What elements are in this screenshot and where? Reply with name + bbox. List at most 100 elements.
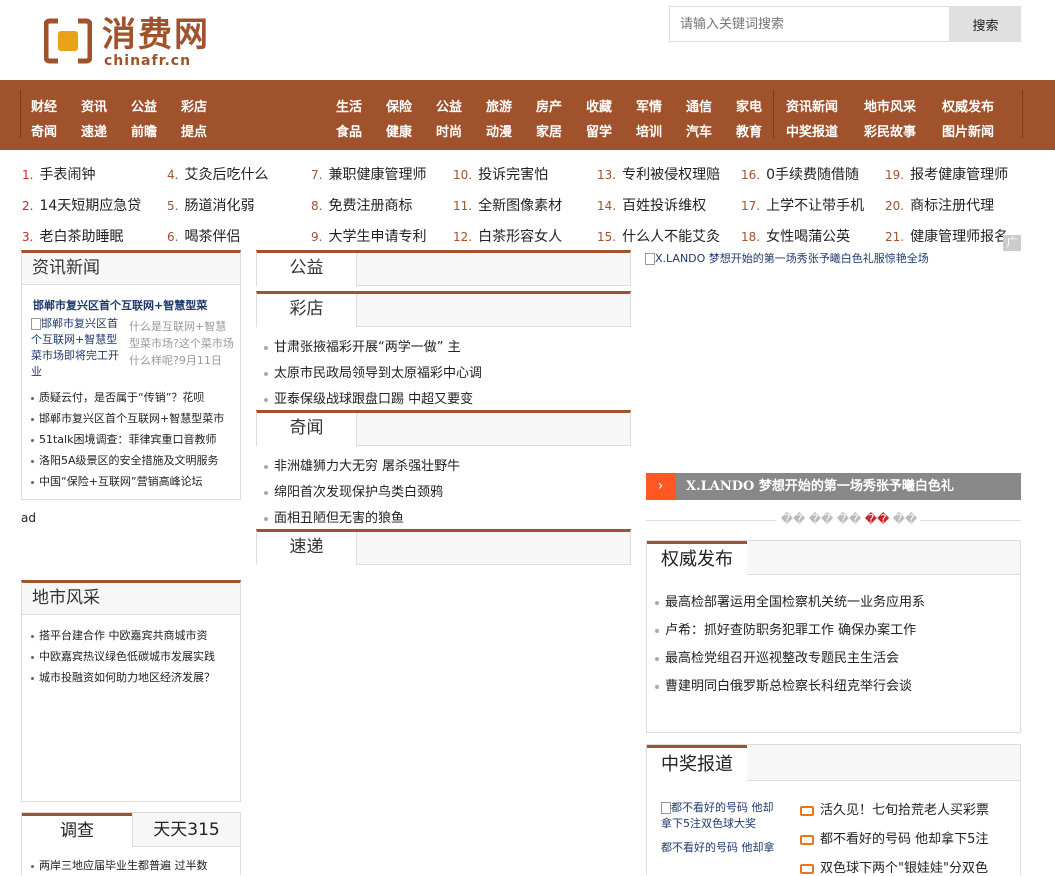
list-item[interactable]: 51talk困境调查：菲律宾重口音教师 bbox=[31, 431, 240, 447]
nav-link[interactable]: 教育 bbox=[736, 121, 762, 140]
zj-image-caption[interactable]: 都不看好的号码 他却拿 bbox=[661, 839, 791, 855]
nav-link[interactable]: 财经 bbox=[31, 96, 57, 115]
nav-link[interactable]: 资讯 bbox=[81, 96, 107, 115]
slideshow-caption[interactable]: X.LANDO 梦想开始的第一场秀张予曦白色礼 bbox=[686, 473, 954, 500]
list-item[interactable]: 曹建明同白俄罗斯总检察长科纽克举行会谈 bbox=[655, 675, 912, 694]
nav-link[interactable]: 公益 bbox=[436, 96, 462, 115]
list-item[interactable]: 质疑云付，是否属于“传销”？花呗 bbox=[31, 389, 240, 405]
arrow-right-icon[interactable]: › bbox=[646, 473, 675, 500]
hot-keyword[interactable]: 8. 免费注册商标 bbox=[311, 195, 412, 215]
slide-dot[interactable]: �� bbox=[835, 512, 863, 526]
nav-link[interactable]: 彩店 bbox=[181, 96, 207, 115]
nav-link[interactable]: 房产 bbox=[536, 96, 562, 115]
hot-keyword[interactable]: 21. 健康管理师报名 bbox=[885, 226, 1008, 246]
nav-link[interactable]: 家电 bbox=[736, 96, 762, 115]
list-item[interactable]: 活久见！七旬拾荒老人买彩票 bbox=[800, 799, 989, 818]
hot-keyword[interactable]: 16. 0手续费随借随 bbox=[741, 164, 859, 184]
hot-keyword[interactable]: 6. 喝茶伴侣 bbox=[167, 226, 240, 246]
list-item[interactable]: 面相丑陋但无害的狼鱼 bbox=[264, 507, 404, 526]
list-item[interactable]: 洛阳5A级景区的安全措施及文明服务 bbox=[31, 452, 240, 468]
nav-link[interactable]: 食品 bbox=[336, 121, 362, 140]
feature-image[interactable]: 邯郸市复兴区首个互联网+智慧型菜市场即将完工开业 bbox=[31, 316, 123, 380]
section-title[interactable]: 速递 bbox=[257, 532, 357, 565]
nav-link[interactable]: 地市风采 bbox=[864, 96, 916, 115]
slide-dot[interactable]: �� bbox=[779, 512, 807, 526]
hot-keyword[interactable]: 7. 兼职健康管理师 bbox=[311, 164, 426, 184]
slide-dot[interactable]: �� bbox=[863, 512, 891, 526]
zj-image[interactable]: 都不看好的号码 他却拿下5注双色球大奖 bbox=[661, 800, 781, 834]
hot-keyword[interactable]: 11. 全新图像素材 bbox=[453, 195, 562, 215]
nav-link[interactable]: 奇闻 bbox=[31, 121, 57, 140]
nav-link[interactable]: 提点 bbox=[181, 121, 207, 140]
section-title[interactable]: 公益 bbox=[257, 253, 357, 286]
site-logo[interactable]: 消费网 chinafr.cn bbox=[44, 14, 214, 69]
tab-315[interactable]: 天天315 bbox=[132, 813, 240, 847]
nav-link[interactable]: 留学 bbox=[586, 121, 612, 140]
list-item[interactable]: 城市投融资如何助力地区经济发展？ bbox=[31, 669, 240, 685]
hot-keyword[interactable]: 2. 14天短期应急贷 bbox=[22, 195, 141, 215]
nav-link[interactable]: 通信 bbox=[686, 96, 712, 115]
hot-keyword[interactable]: 20. 商标注册代理 bbox=[885, 195, 994, 215]
panel-title: 地市风采 bbox=[22, 583, 240, 615]
hot-keyword[interactable]: 13. 专利被侵权理赔 bbox=[597, 164, 720, 184]
nav-link[interactable]: 资讯新闻 bbox=[786, 96, 838, 115]
nav-link[interactable]: 图片新闻 bbox=[942, 121, 994, 140]
list-item[interactable]: 亚泰保级战球跟盘口踢 中超又要变 bbox=[264, 388, 473, 407]
hot-keyword[interactable]: 5. 肠道消化弱 bbox=[167, 195, 254, 215]
hot-keyword[interactable]: 15. 什么人不能艾灸 bbox=[597, 226, 720, 246]
nav-link[interactable]: 速递 bbox=[81, 121, 107, 140]
section-title[interactable]: 彩店 bbox=[257, 294, 357, 327]
survey-link[interactable]: 两岸三地应届毕业生都普遍 过半数 bbox=[31, 857, 236, 873]
list-item[interactable]: 邯郸市复兴区首个互联网+智慧型菜市 bbox=[31, 410, 240, 426]
hot-keyword[interactable]: 1. 手表闹钟 bbox=[22, 164, 95, 184]
slide-dot[interactable]: �� bbox=[891, 512, 919, 526]
list-item[interactable]: 甘肃张掖福彩开展“两学一做” 主 bbox=[264, 336, 461, 355]
list-item[interactable]: 中国“保险+互联网”营销高峰论坛 bbox=[31, 473, 240, 489]
tab-survey[interactable]: 调查 bbox=[22, 813, 132, 847]
nav-link[interactable]: 彩民故事 bbox=[864, 121, 916, 140]
list-item[interactable]: 非洲雄狮力大无穷 屠杀强壮野牛 bbox=[264, 455, 460, 474]
feature-headline[interactable]: 邯郸市复兴区首个互联网+智慧型菜 bbox=[33, 297, 238, 313]
list-item[interactable]: 卢希：抓好查防职务犯罪工作 确保办案工作 bbox=[655, 619, 916, 638]
nav-link[interactable]: 权威发布 bbox=[942, 96, 994, 115]
section-title[interactable]: 奇闻 bbox=[257, 413, 357, 446]
slide-dot[interactable]: �� bbox=[807, 512, 835, 526]
nav-link[interactable]: 汽车 bbox=[686, 121, 712, 140]
list-item[interactable]: 都不看好的号码 他却拿下5注 bbox=[800, 828, 988, 847]
nav-link[interactable]: 保险 bbox=[386, 96, 412, 115]
nav-link[interactable]: 收藏 bbox=[586, 96, 612, 115]
nav-link[interactable]: 时尚 bbox=[436, 121, 462, 140]
list-item[interactable]: 搭平台建合作 中欧嘉宾共商城市资 bbox=[31, 627, 240, 643]
nav-link[interactable]: 健康 bbox=[386, 121, 412, 140]
search-input[interactable] bbox=[669, 6, 950, 42]
nav-link[interactable]: 家居 bbox=[536, 121, 562, 140]
nav-link[interactable]: 军情 bbox=[636, 96, 662, 115]
hot-keyword[interactable]: 19. 报考健康管理师 bbox=[885, 164, 1008, 184]
list-item[interactable]: 绵阳首次发现保护鸟类白颈鸦 bbox=[264, 481, 443, 500]
hot-keyword[interactable]: 12. 白茶形容女人 bbox=[453, 226, 562, 246]
hot-keyword[interactable]: 10. 投诉完害怕 bbox=[453, 164, 548, 184]
nav-link[interactable]: 动漫 bbox=[486, 121, 512, 140]
hot-keyword[interactable]: 3. 老白茶助睡眠 bbox=[22, 226, 123, 246]
hot-keywords: 1. 手表闹钟 2. 14天短期应急贷 3. 老白茶助睡眠 4. 艾灸后吃什么 5. 肠道消化弱 6… bbox=[0, 150, 1055, 250]
hot-rank: 19. bbox=[885, 168, 905, 182]
list-item[interactable]: 中欧嘉宾热议绿色低碳城市发展实践 bbox=[31, 648, 240, 664]
nav-link[interactable]: 中奖报道 bbox=[786, 121, 838, 140]
hot-keyword[interactable]: 18. 女性喝蒲公英 bbox=[741, 226, 850, 246]
nav-link[interactable]: 生活 bbox=[336, 96, 362, 115]
nav-link[interactable]: 前瞻 bbox=[131, 121, 157, 140]
nav-link[interactable]: 公益 bbox=[131, 96, 157, 115]
hot-keyword[interactable]: 14. 百姓投诉维权 bbox=[597, 195, 706, 215]
hot-keyword[interactable]: 9. 大学生申请专利 bbox=[311, 226, 426, 246]
list-item[interactable]: 双色球下两个"银娃娃"分双色 bbox=[800, 857, 988, 876]
list-item[interactable]: 最高检党组召开巡视整改专题民主生活会 bbox=[655, 647, 899, 666]
slideshow-image[interactable]: X.LANDO 梦想开始的第一场秀张予曦白色礼服惊艳全场 bbox=[645, 250, 1021, 470]
search-button[interactable]: 搜索 bbox=[950, 6, 1021, 42]
hot-keyword[interactable]: 17. 上学不让带手机 bbox=[741, 195, 864, 215]
list-item[interactable]: 太原市民政局领导到太原福彩中心调 bbox=[264, 362, 482, 381]
nav-link[interactable]: 旅游 bbox=[486, 96, 512, 115]
list-item[interactable]: 最高检部署运用全国检察机关统一业务应用系 bbox=[655, 591, 925, 610]
hot-keyword[interactable]: 4. 艾灸后吃什么 bbox=[167, 164, 268, 184]
nav-link[interactable]: 培训 bbox=[636, 121, 662, 140]
logo-text-cn: 消费网 bbox=[102, 15, 210, 55]
